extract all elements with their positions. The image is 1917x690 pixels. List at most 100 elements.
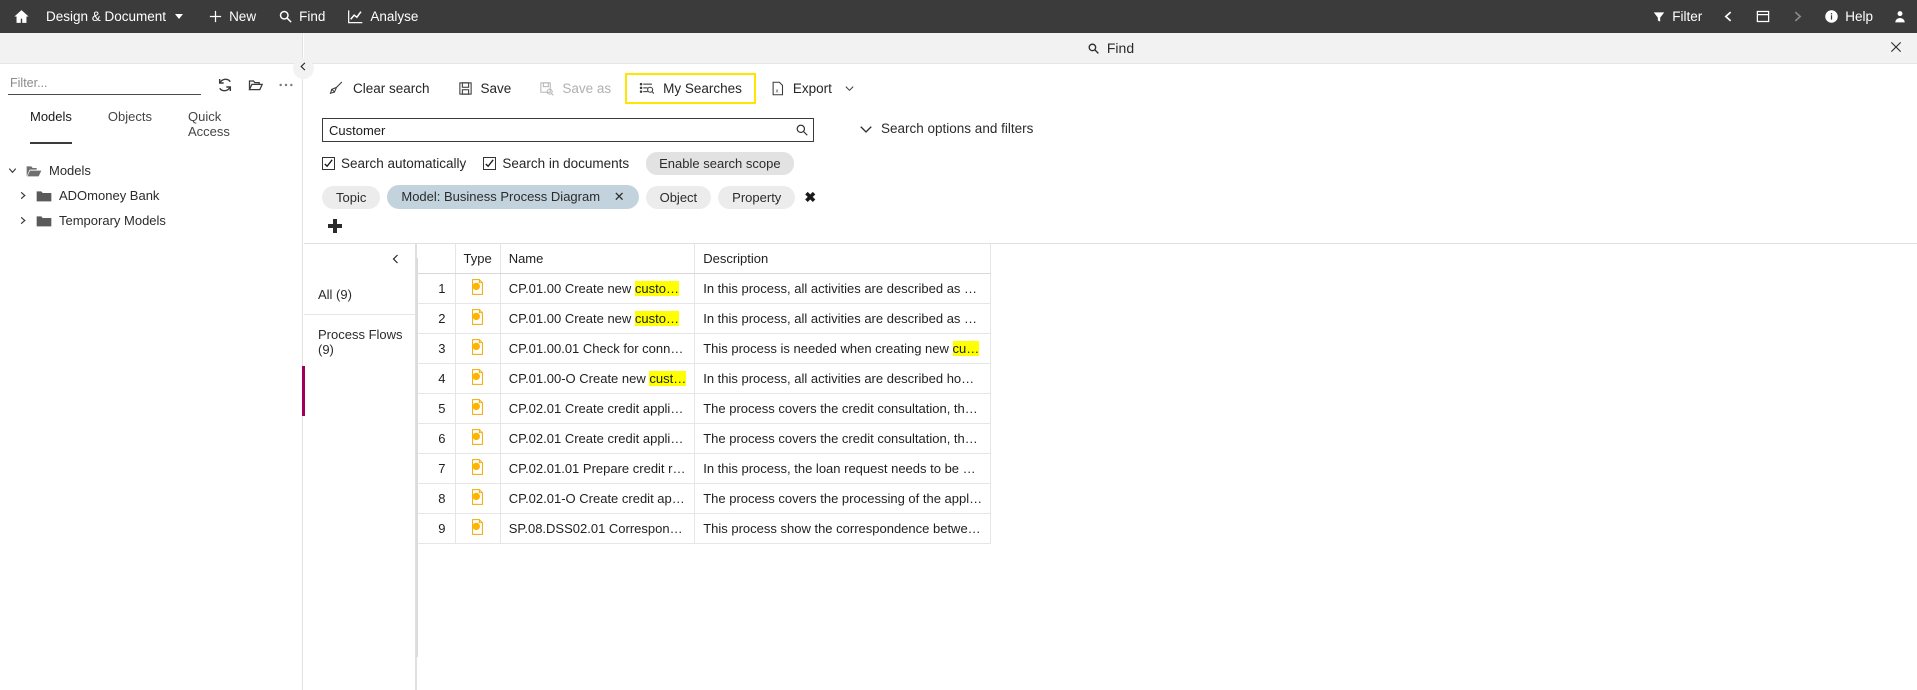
- next-button[interactable]: [1781, 0, 1814, 33]
- tree-node-label: Models: [49, 163, 91, 178]
- sidebar-tab-quick-access[interactable]: Quick Access: [188, 109, 266, 144]
- save-as-button[interactable]: Save as: [525, 73, 625, 104]
- sidebar-tab-models[interactable]: Models: [30, 109, 72, 144]
- explorer-filter-input[interactable]: [8, 74, 201, 95]
- user-avatar-icon: [1893, 9, 1907, 24]
- checkbox-box: [483, 157, 497, 170]
- process-model-icon: [470, 309, 485, 325]
- chevron-right-icon[interactable]: [16, 189, 29, 202]
- new-button[interactable]: New: [197, 0, 267, 33]
- user-avatar-button[interactable]: [1883, 0, 1917, 33]
- analyse-button[interactable]: Analyse: [336, 0, 429, 33]
- row-index: 5: [417, 393, 456, 424]
- table-row[interactable]: 3 CP.01.00.01 Check for conn… This process…: [417, 333, 992, 364]
- table-row[interactable]: 1 CP.01.00 Create new custo… In this proce…: [417, 273, 992, 304]
- row-index: 3: [417, 333, 456, 364]
- collapse-left-pane-button[interactable]: [293, 58, 314, 79]
- close-icon[interactable]: ✕: [614, 189, 625, 204]
- col-header-description[interactable]: Description: [694, 244, 992, 274]
- row-description: In this process, the loan request needs …: [694, 453, 992, 484]
- collapse-facets-button[interactable]: [304, 244, 415, 271]
- row-type-icon: [455, 363, 501, 394]
- results-vertical-splitter[interactable]: [416, 258, 418, 657]
- table-row[interactable]: 5 CP.02.01 Create credit appli… The proces…: [417, 393, 992, 424]
- chevron-left-icon: [390, 252, 402, 271]
- search-highlight: custo…: [634, 311, 679, 326]
- tree-node-temporary-models[interactable]: Temporary Models: [0, 208, 302, 233]
- open-folder-icon[interactable]: [247, 77, 264, 93]
- checkbox-box: [322, 157, 335, 170]
- clear-all-chips-icon[interactable]: ✖: [804, 189, 816, 206]
- model-tree: Models ADOmoney Bank Temporary Models: [0, 144, 302, 233]
- chevron-down-icon[interactable]: [6, 164, 19, 177]
- facet-all[interactable]: All (9): [304, 271, 415, 315]
- window-button[interactable]: [1745, 0, 1781, 33]
- tree-node-adomoney-bank[interactable]: ADOmoney Bank: [0, 183, 302, 208]
- results-table-container: Type Name Description 1 CP.01.00 Create n…: [417, 244, 1917, 690]
- search-in-documents-checkbox[interactable]: Search in documents: [483, 156, 629, 171]
- help-button[interactable]: Help: [1814, 0, 1883, 33]
- facet-process-flows[interactable]: Process Flows (9): [304, 315, 415, 369]
- enable-search-scope-button[interactable]: Enable search scope: [646, 152, 794, 175]
- chevron-left-icon: [1722, 9, 1735, 24]
- search-submit-icon[interactable]: [791, 123, 813, 137]
- row-description: The process covers the processing of the…: [694, 483, 992, 514]
- row-description: In this process, all activities are desc…: [694, 273, 992, 304]
- plus-icon[interactable]: [328, 219, 342, 233]
- chevron-right-icon[interactable]: [16, 214, 29, 227]
- explorer-filter-row: [0, 64, 302, 95]
- chip-object[interactable]: Object: [645, 185, 712, 209]
- results-section: All (9) Process Flows (9) Type Name Desc…: [302, 243, 1917, 690]
- chip-label: Model: Business Process Diagram: [401, 189, 601, 204]
- col-header-index[interactable]: [417, 244, 456, 274]
- chevron-down-icon: [175, 14, 184, 19]
- chip-model-business-process-diagram[interactable]: Model: Business Process Diagram ✕: [387, 185, 639, 209]
- search-automatically-checkbox[interactable]: Search automatically: [322, 156, 466, 171]
- chart-icon: [347, 9, 364, 24]
- find-button[interactable]: Find: [267, 0, 336, 33]
- process-model-icon: [470, 519, 485, 535]
- plus-icon: [208, 9, 223, 24]
- app-menu-button[interactable]: Design & Document: [42, 0, 197, 33]
- home-icon[interactable]: [0, 0, 42, 33]
- close-icon[interactable]: [1889, 40, 1903, 59]
- save-button[interactable]: Save: [444, 73, 526, 104]
- find-panel: Find Clear search Save Save as My Search…: [302, 33, 1917, 690]
- chip-topic[interactable]: Topic: [322, 185, 381, 209]
- col-header-name[interactable]: Name: [500, 244, 696, 274]
- clear-search-button[interactable]: Clear search: [314, 72, 444, 104]
- find-header: Find: [304, 33, 1917, 64]
- my-searches-button[interactable]: My Searches: [625, 72, 756, 104]
- process-model-icon: [472, 339, 484, 355]
- filter-button[interactable]: Filter: [1642, 0, 1712, 33]
- export-button[interactable]: x Export: [756, 73, 869, 104]
- table-row[interactable]: 7 CP.02.01.01 Prepare credit r… In this pr…: [417, 453, 992, 484]
- row-name-text: CP.02.01 Create credit appli…: [508, 431, 684, 446]
- col-header-type[interactable]: Type: [455, 244, 501, 274]
- tree-node-models[interactable]: Models: [0, 158, 302, 183]
- previous-button[interactable]: [1712, 0, 1745, 33]
- row-description-text: The process covers the credit consultati…: [703, 431, 978, 446]
- table-row[interactable]: 4 CP.01.00-O Create new cust… In this proc…: [417, 363, 992, 394]
- results-facet-list: All (9) Process Flows (9): [302, 244, 417, 690]
- search-options-and-filters-toggle[interactable]: Search options and filters: [859, 121, 1033, 136]
- table-row[interactable]: 2 CP.01.00 Create new custo… In this proce…: [417, 303, 992, 334]
- row-type-icon: [455, 453, 501, 484]
- table-row[interactable]: 8 CP.02.01-O Create credit ap… The process…: [417, 483, 992, 514]
- explorer-actions: [205, 77, 294, 93]
- table-row[interactable]: 6 CP.02.01 Create credit appli… The proces…: [417, 423, 992, 454]
- process-model-icon: [470, 489, 485, 505]
- broom-icon: [328, 80, 345, 96]
- row-type-icon: [455, 423, 501, 454]
- app-menu-label: Design & Document: [46, 9, 167, 24]
- search-input[interactable]: [323, 119, 791, 141]
- row-name-text: CP.01.00.01 Check for conn…: [508, 341, 684, 356]
- sidebar-tab-objects[interactable]: Objects: [108, 109, 152, 144]
- table-row[interactable]: 9 SP.08.DSS02.01 Correspon… This process s…: [417, 513, 992, 544]
- refresh-icon[interactable]: [217, 77, 233, 93]
- more-options-icon[interactable]: [278, 82, 294, 88]
- chip-property[interactable]: Property: [718, 185, 796, 209]
- row-description-text: In this process, the loan request needs …: [703, 461, 976, 476]
- tree-node-label: Temporary Models: [59, 213, 166, 228]
- find-label: Find: [299, 9, 326, 24]
